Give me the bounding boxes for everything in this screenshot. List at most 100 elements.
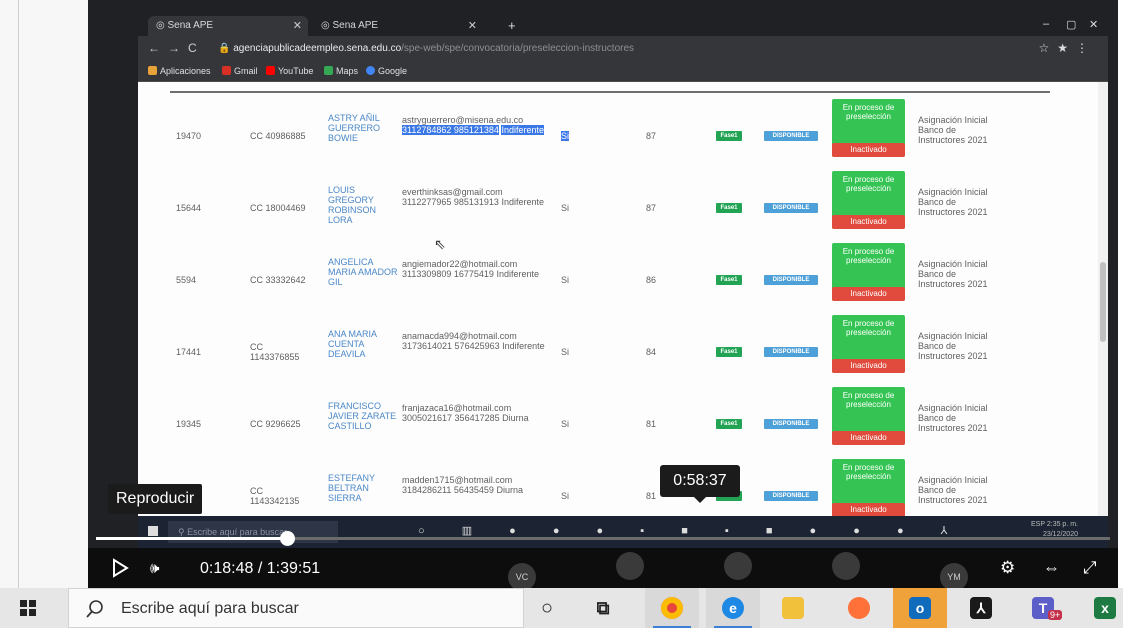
maps-icon xyxy=(324,66,333,75)
row-convocatoria: Asignación Inicial Banco de Instructores… xyxy=(918,403,988,433)
row-availability: Indiferente xyxy=(502,341,545,351)
row-name-link[interactable]: ANGELICA MARIA AMADOR GIL xyxy=(328,257,398,287)
row-availability: Diurna xyxy=(502,413,529,423)
row-name-link[interactable]: ASTRY AÑIL GUERRERO BOWIE xyxy=(328,113,398,143)
taskbar-app-edge[interactable]: e xyxy=(706,588,760,628)
time-display: 0:18:48 / 1:39:51 xyxy=(200,560,321,577)
inactivate-button[interactable]: Inactivado xyxy=(832,287,905,301)
taskbar-app-excel[interactable]: x xyxy=(1078,588,1123,628)
row-name-link[interactable]: LOUIS GREGORY ROBINSON LORA xyxy=(328,185,398,225)
recorded-page-content: 19470 CC 40986885 ASTRY AÑIL GUERRERO BOWI… xyxy=(138,82,1108,516)
cortana-button[interactable]: ○ xyxy=(520,588,574,628)
disponible-badge: DISPONIBLE xyxy=(764,203,818,213)
row-availability: Indiferente xyxy=(501,197,544,207)
row-availability: Indiferente xyxy=(496,269,539,279)
taskbar-app-firefox[interactable] xyxy=(832,588,886,628)
taskbar-app-acrobat[interactable]: ⅄ xyxy=(954,588,1008,628)
firefox-icon xyxy=(848,597,870,619)
avatar xyxy=(616,552,644,580)
task-view-icon: ⧉ xyxy=(596,598,610,618)
row-id: 19470 xyxy=(176,131,202,141)
windows-start-icon[interactable] xyxy=(20,600,36,616)
row-name-link[interactable]: ESTEFANY BELTRAN SIERRA xyxy=(328,473,398,503)
row-id: 19345 xyxy=(176,419,202,429)
settings-gear-icon[interactable]: ⚙ xyxy=(1000,558,1015,578)
row-email: angiemador22@hotmail.com xyxy=(402,259,518,269)
disponible-badge: DISPONIBLE xyxy=(764,491,818,501)
margin-rule xyxy=(18,0,19,588)
row-score: 81 xyxy=(646,491,657,501)
row-convocatoria: Asignación Inicial Banco de Instructores… xyxy=(918,331,988,361)
taskbar-app-outlook[interactable]: o xyxy=(893,588,947,628)
row-name-link[interactable]: ANA MARIA CUENTA DEAVILA xyxy=(328,329,398,359)
inactivate-button[interactable]: Inactivado xyxy=(832,143,905,157)
row-document: CC 9296625 xyxy=(250,419,301,429)
new-tab-icon: + xyxy=(508,18,516,33)
volume-icon[interactable]: 🕪 xyxy=(150,560,159,577)
row-document: CC 1143342135 xyxy=(250,486,300,506)
table-top-rule xyxy=(170,91,1050,93)
excel-icon: x xyxy=(1094,597,1116,619)
row-id: 15644 xyxy=(176,203,202,213)
row-flag: Si xyxy=(561,419,570,429)
play-icon[interactable] xyxy=(110,558,130,578)
avatar xyxy=(724,552,752,580)
bookmark-maps: Maps xyxy=(324,66,358,76)
table-row: 19470 CC 40986885 ASTRY AÑIL GUERRERO BOWI… xyxy=(138,99,1098,171)
seek-bar[interactable] xyxy=(96,531,1110,546)
table-row: 20253CC 1143342135ESTEFANY BELTRAN SIERR… xyxy=(138,459,1098,516)
row-document: CC 33332642 xyxy=(250,275,306,285)
seek-hover-time: 0:58:37 xyxy=(660,465,740,503)
recorded-bookmarks-bar: Aplicaciones Gmail YouTube Maps Google xyxy=(138,62,1108,82)
row-email: madden1715@hotmail.com xyxy=(402,475,513,485)
fase-badge: Fase1 xyxy=(716,419,742,429)
disponible-badge: DISPONIBLE xyxy=(764,347,818,357)
taskbar-app-chrome[interactable] xyxy=(645,588,699,628)
disponible-badge: DISPONIBLE xyxy=(764,275,818,285)
row-availability: Diurna xyxy=(496,485,523,495)
lock-icon: 🔒 xyxy=(218,43,234,54)
recorded-url: 🔒 agenciapublicadeempleo.sena.edu.co/spe… xyxy=(218,43,635,54)
back-arrow-icon: ← xyxy=(148,41,160,55)
mouse-cursor-icon: ⇖ xyxy=(434,236,446,252)
row-contact: angiemador22@hotmail.com 3113309809 16775… xyxy=(402,259,552,279)
inactivate-button[interactable]: Inactivado xyxy=(832,431,905,445)
video-player[interactable]: ◎ Sena APE ✕ ◎ Sena APE ✕ + – ▢ ✕ ← → C 🔒 … xyxy=(88,0,1118,588)
row-phones: 3112277965 985131913 xyxy=(402,197,499,207)
row-convocatoria: Asignación Inicial Banco de Instructores… xyxy=(918,475,988,505)
row-email: everthinksas@gmail.com xyxy=(402,187,503,197)
video-frame[interactable]: ◎ Sena APE ✕ ◎ Sena APE ✕ + – ▢ ✕ ← → C 🔒 … xyxy=(88,0,1118,548)
bookmark-google: Google xyxy=(366,66,407,76)
bookmark-youtube: YouTube xyxy=(266,66,313,76)
folder-icon xyxy=(782,597,804,619)
row-name-link[interactable]: FRANCISCO JAVIER ZARATE CASTILLO xyxy=(328,401,398,431)
fit-width-icon[interactable]: ⇔ xyxy=(1043,558,1060,578)
taskbar-search-placeholder: Escribe aquí para buscar xyxy=(121,600,299,617)
acrobat-icon: ⅄ xyxy=(970,597,992,619)
recorded-taskbar-app-icons: ○ ▥ ● ● ● ▪ ■ ▪ ■ ● ● ● ⅄ xyxy=(418,525,965,537)
inactivate-button[interactable]: Inactivado xyxy=(832,215,905,229)
row-phones: 3005021617 356417285 xyxy=(402,413,500,423)
participant-avatars: VC YM xyxy=(508,552,1048,588)
row-score: 81 xyxy=(646,419,657,429)
row-score: 84 xyxy=(646,347,657,357)
task-view-button[interactable]: ⧉ xyxy=(576,588,630,628)
tab-favicon-icon: ◎ xyxy=(156,20,168,31)
avatar: VC xyxy=(508,563,536,588)
taskbar-app-teams[interactable]: T 9+ xyxy=(1016,588,1070,628)
inactivate-button[interactable]: Inactivado xyxy=(832,359,905,373)
browser-action-icons: ☆★⋮ xyxy=(1038,41,1096,55)
fase-badge: Fase1 xyxy=(716,131,742,141)
bookmark-apps: Aplicaciones xyxy=(148,66,211,76)
row-score: 87 xyxy=(646,203,657,213)
youtube-icon xyxy=(266,66,275,75)
taskbar-app-explorer[interactable] xyxy=(766,588,820,628)
expand-icon[interactable]: ⤢ xyxy=(1083,558,1097,578)
taskbar-search-box[interactable]: Escribe aquí para buscar xyxy=(68,588,524,628)
search-icon xyxy=(86,600,103,618)
row-contact: franjazaca16@hotmail.com 3005021617 35641… xyxy=(402,403,552,423)
seek-bar-handle[interactable] xyxy=(279,531,295,546)
inactivate-button[interactable]: Inactivado xyxy=(832,503,905,516)
minimize-icon: – xyxy=(1043,18,1050,30)
window-close-icon: ✕ xyxy=(1089,19,1099,31)
